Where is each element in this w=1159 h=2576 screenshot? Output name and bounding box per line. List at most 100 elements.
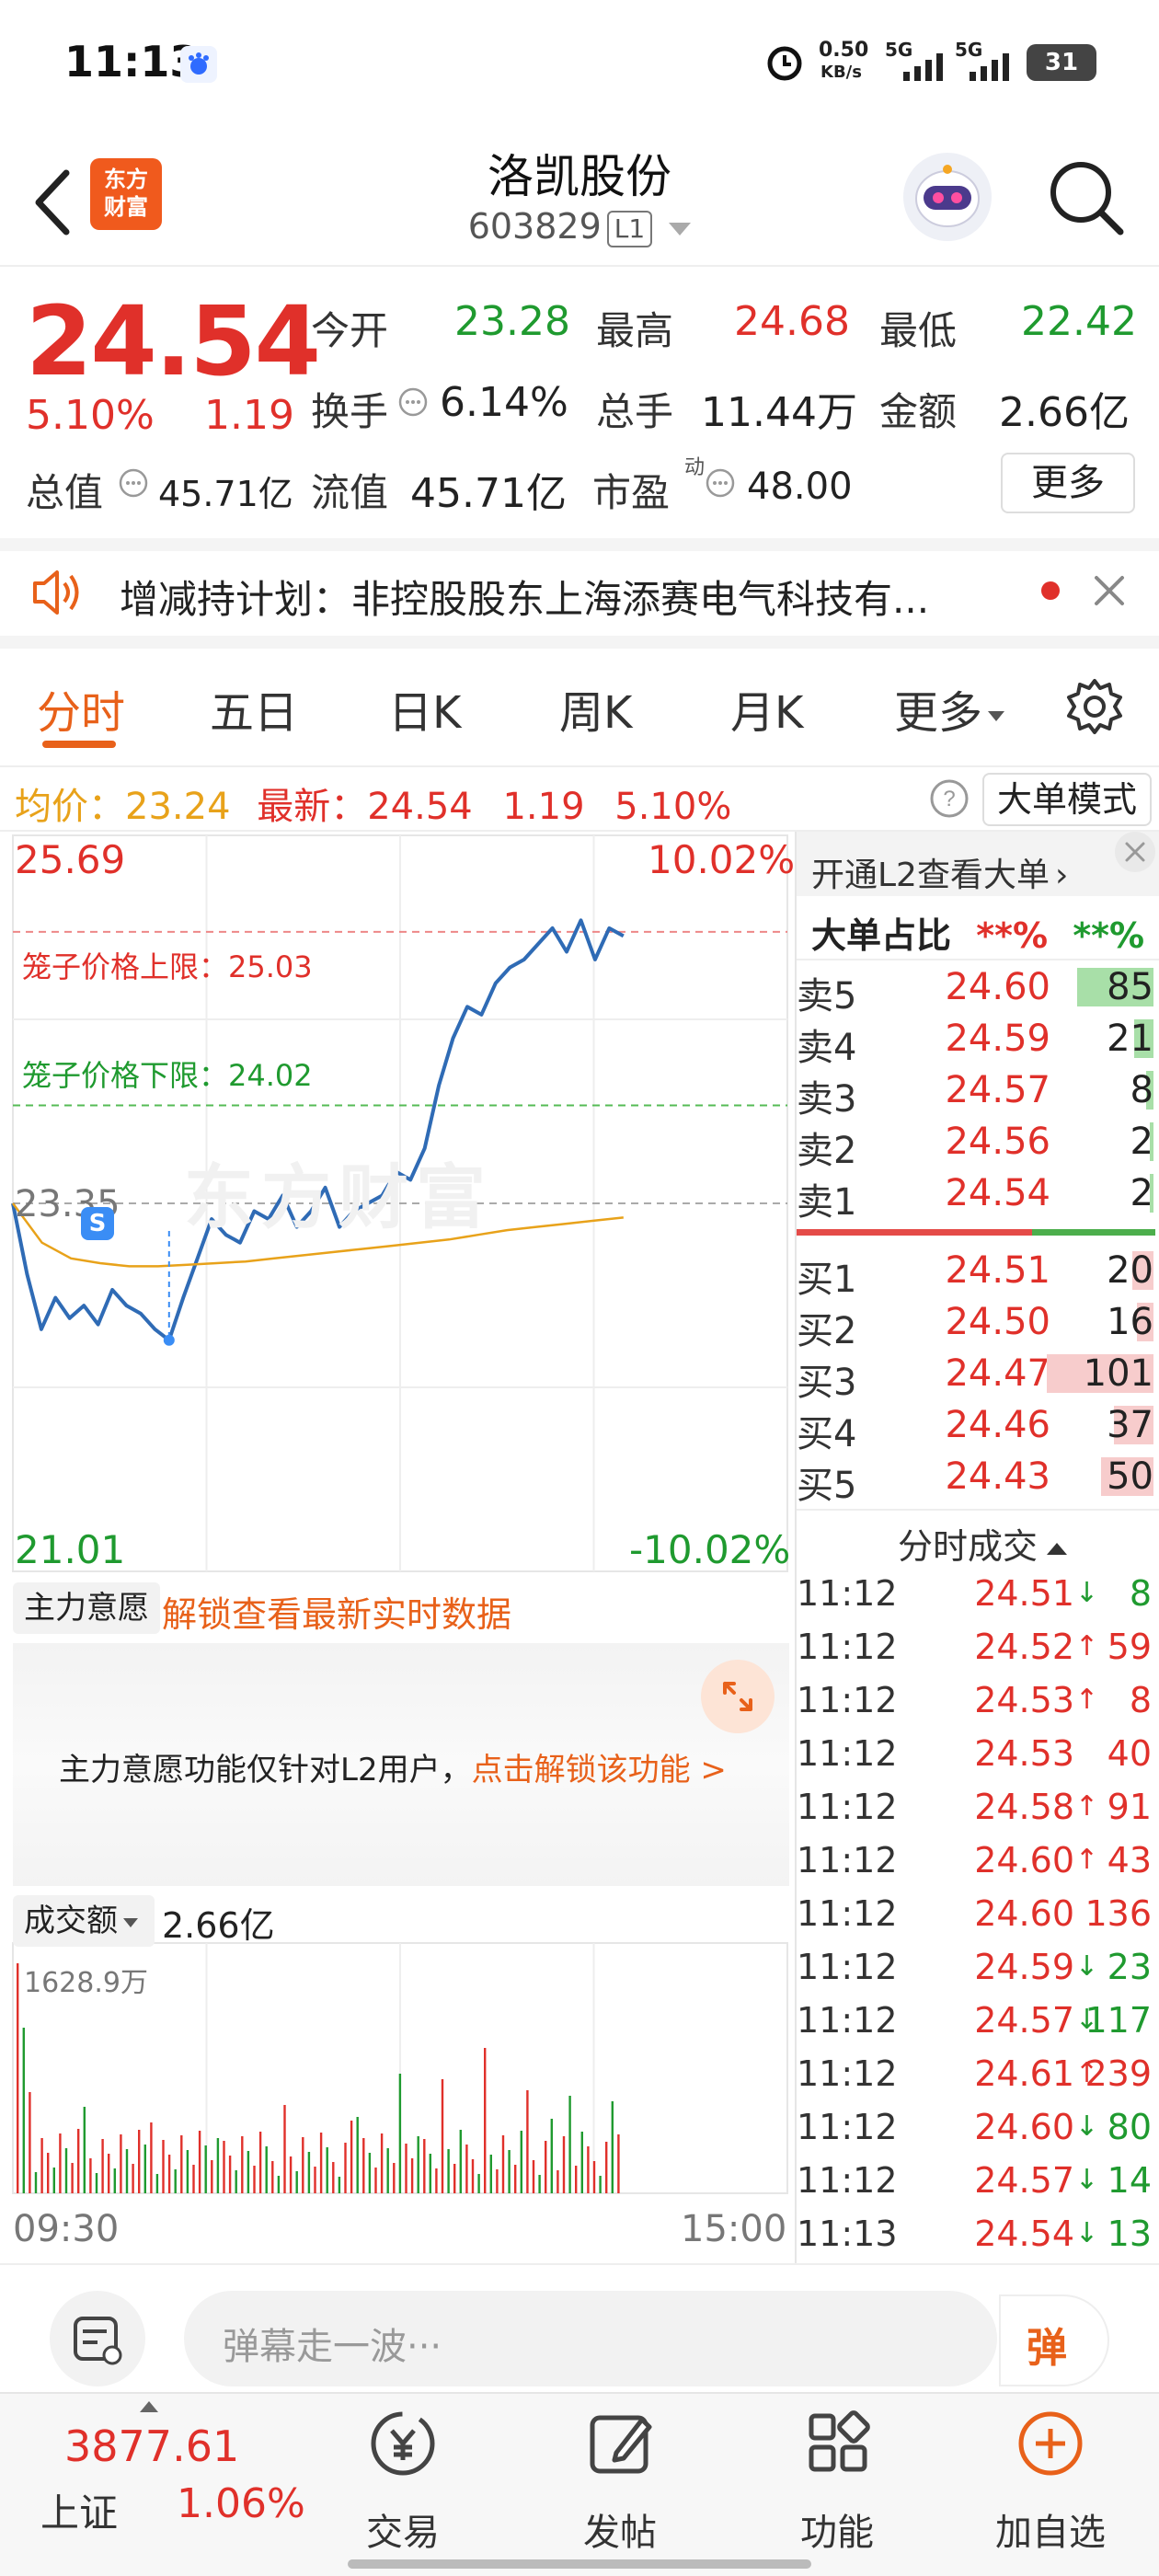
info-circle-icon[interactable] xyxy=(705,467,736,502)
trade-row: 11:12 24.60 ↓ 80 xyxy=(797,2103,1159,2156)
big-order-mode-button[interactable]: 大单模式 xyxy=(982,773,1152,826)
tab-intraday[interactable]: 分时 xyxy=(37,676,125,741)
turnover-value: 6.14% xyxy=(440,379,568,426)
tab-monthly-k[interactable]: 月K xyxy=(730,676,803,741)
index-value[interactable]: 3877.61 xyxy=(64,2421,239,2471)
trade-volume: 136 xyxy=(1084,1893,1152,1934)
sell-marker[interactable]: S xyxy=(81,1207,114,1240)
signal-icon-2 xyxy=(968,52,1016,85)
sell-volume: 21 xyxy=(1107,1018,1153,1060)
volume-bar xyxy=(198,2131,201,2193)
info-circle-icon[interactable] xyxy=(118,467,149,502)
intent-selector[interactable]: 主力意愿 xyxy=(13,1582,160,1666)
search-icon[interactable] xyxy=(1047,158,1126,241)
sell-price: 24.60 xyxy=(945,966,1050,1008)
sell-row[interactable]: 卖5 24.60 85 xyxy=(797,960,1159,1018)
notice-text[interactable]: 增减持计划：非控股股东上海添赛电气科技有... xyxy=(120,569,929,625)
tab-more[interactable]: 更多 xyxy=(894,676,1005,741)
info-circle-icon[interactable] xyxy=(397,386,429,421)
sell-row[interactable]: 卖2 24.56 2 xyxy=(797,1115,1159,1172)
volume-bar xyxy=(283,2105,286,2193)
sell-ratio-bar xyxy=(797,1229,1032,1236)
sell-row[interactable]: 卖3 24.57 8 xyxy=(797,1064,1159,1121)
nav-add-watchlist[interactable]: 加自选 xyxy=(977,2502,1124,2556)
change-pct: 5.10% xyxy=(26,392,155,439)
danmu-toggle-button[interactable]: 弹 xyxy=(999,2294,1109,2386)
l2-link[interactable]: 开通L2查看大单 › xyxy=(811,848,1068,896)
buy-row[interactable]: 买3 24.47 101 xyxy=(797,1347,1159,1404)
index-name[interactable]: 上证 xyxy=(40,2482,118,2538)
caret-up-icon xyxy=(1047,1543,1068,1555)
intent-unlock-action[interactable]: 点击解锁该功能 > xyxy=(472,1752,727,1788)
sell-volume: 8 xyxy=(1130,1069,1153,1111)
trade-row: 11:12 24.61 ↑ 239 xyxy=(797,2050,1159,2103)
volume-bar xyxy=(125,2149,129,2193)
volume-bar xyxy=(204,2145,207,2193)
trade-time: 11:12 xyxy=(797,1733,898,1774)
tab-weekly-k[interactable]: 周K xyxy=(559,676,632,741)
trades-header[interactable]: 分时成交 xyxy=(898,1518,1068,1569)
index-change[interactable]: 1.06% xyxy=(177,2480,305,2527)
buy-row[interactable]: 买4 24.46 37 xyxy=(797,1398,1159,1455)
function-grid-icon[interactable] xyxy=(763,2403,911,2486)
nav-post[interactable]: 发帖 xyxy=(546,2502,694,2556)
svg-text:?: ? xyxy=(943,787,955,811)
nav-trade[interactable]: 交易 xyxy=(329,2502,476,2556)
trade-direction: ↑ xyxy=(1074,1684,1098,1716)
volume-bar xyxy=(362,2138,365,2193)
buy-row[interactable]: 买1 24.51 20 xyxy=(797,1244,1159,1301)
chart-bottom-pct: -10.02% xyxy=(629,1527,791,1572)
volume-bar xyxy=(545,2141,547,2193)
volume-bar xyxy=(138,2130,141,2193)
robot-assistant-icon[interactable] xyxy=(903,153,992,241)
trade-price: 24.54 xyxy=(974,2214,1074,2254)
volume-bar xyxy=(592,2161,596,2193)
volume-bar xyxy=(410,2158,414,2193)
volume-bar xyxy=(435,2168,438,2193)
buy-volume: 101 xyxy=(1083,1352,1153,1395)
battery-icon: 31 xyxy=(1027,44,1096,81)
volume-bar xyxy=(611,2101,614,2193)
trade-time: 11:12 xyxy=(797,1573,898,1614)
volume-bar xyxy=(241,2136,244,2193)
tab-five-day[interactable]: 五日 xyxy=(210,676,298,741)
settings-gear-icon[interactable] xyxy=(1065,677,1124,740)
volume-selector[interactable]: 成交额 xyxy=(13,1895,155,1947)
trade-row: 11:12 24.52 ↑ 59 xyxy=(797,1623,1159,1676)
close-icon[interactable] xyxy=(1091,572,1128,613)
expand-icon[interactable] xyxy=(701,1660,775,1733)
volume-bar xyxy=(180,2135,183,2193)
buy-level-label: 买5 xyxy=(797,1465,857,1507)
trade-time: 11:12 xyxy=(797,1787,898,1827)
trade-price: 24.61 xyxy=(974,2053,1074,2094)
add-watchlist-icon[interactable] xyxy=(977,2403,1124,2486)
post-edit-icon[interactable] xyxy=(546,2403,694,2486)
avg-value: 23.24 xyxy=(125,786,231,828)
buy-volume: 50 xyxy=(1107,1455,1153,1498)
tab-daily-k[interactable]: 日K xyxy=(388,676,461,741)
speaker-icon xyxy=(29,567,86,622)
sell-row[interactable]: 卖4 24.59 21 xyxy=(797,1012,1159,1069)
stock-code: 603829 xyxy=(467,206,602,247)
trade-volume: 80 xyxy=(1107,2107,1152,2147)
volume-bar xyxy=(447,2149,450,2193)
buy-row[interactable]: 买2 24.50 16 xyxy=(797,1295,1159,1352)
volume-bar xyxy=(599,2176,602,2193)
help-icon[interactable]: ? xyxy=(929,778,970,822)
buy-volume: 37 xyxy=(1107,1404,1153,1446)
trade-price: 24.57 xyxy=(974,2000,1074,2041)
intent-unlock-link[interactable]: 解锁查看最新实时数据 xyxy=(162,1586,511,1637)
buy-price: 24.51 xyxy=(945,1249,1050,1292)
close-icon[interactable] xyxy=(1115,832,1155,872)
trade-row: 11:12 24.60 ↑ 43 xyxy=(797,1836,1159,1890)
nav-function[interactable]: 功能 xyxy=(763,2502,911,2556)
buy-row[interactable]: 买5 24.43 50 xyxy=(797,1450,1159,1507)
sell-volume: 2 xyxy=(1130,1121,1153,1163)
trade-yen-icon[interactable] xyxy=(329,2403,476,2486)
trade-direction: ↓ xyxy=(1074,1577,1098,1609)
trade-volume: 8 xyxy=(1129,1680,1152,1720)
danmu-settings-icon[interactable] xyxy=(50,2291,145,2386)
sell-row[interactable]: 卖1 24.54 2 xyxy=(797,1167,1159,1224)
trade-price: 24.58 xyxy=(974,1787,1074,1827)
more-quote-button[interactable]: 更多 xyxy=(1001,453,1135,513)
